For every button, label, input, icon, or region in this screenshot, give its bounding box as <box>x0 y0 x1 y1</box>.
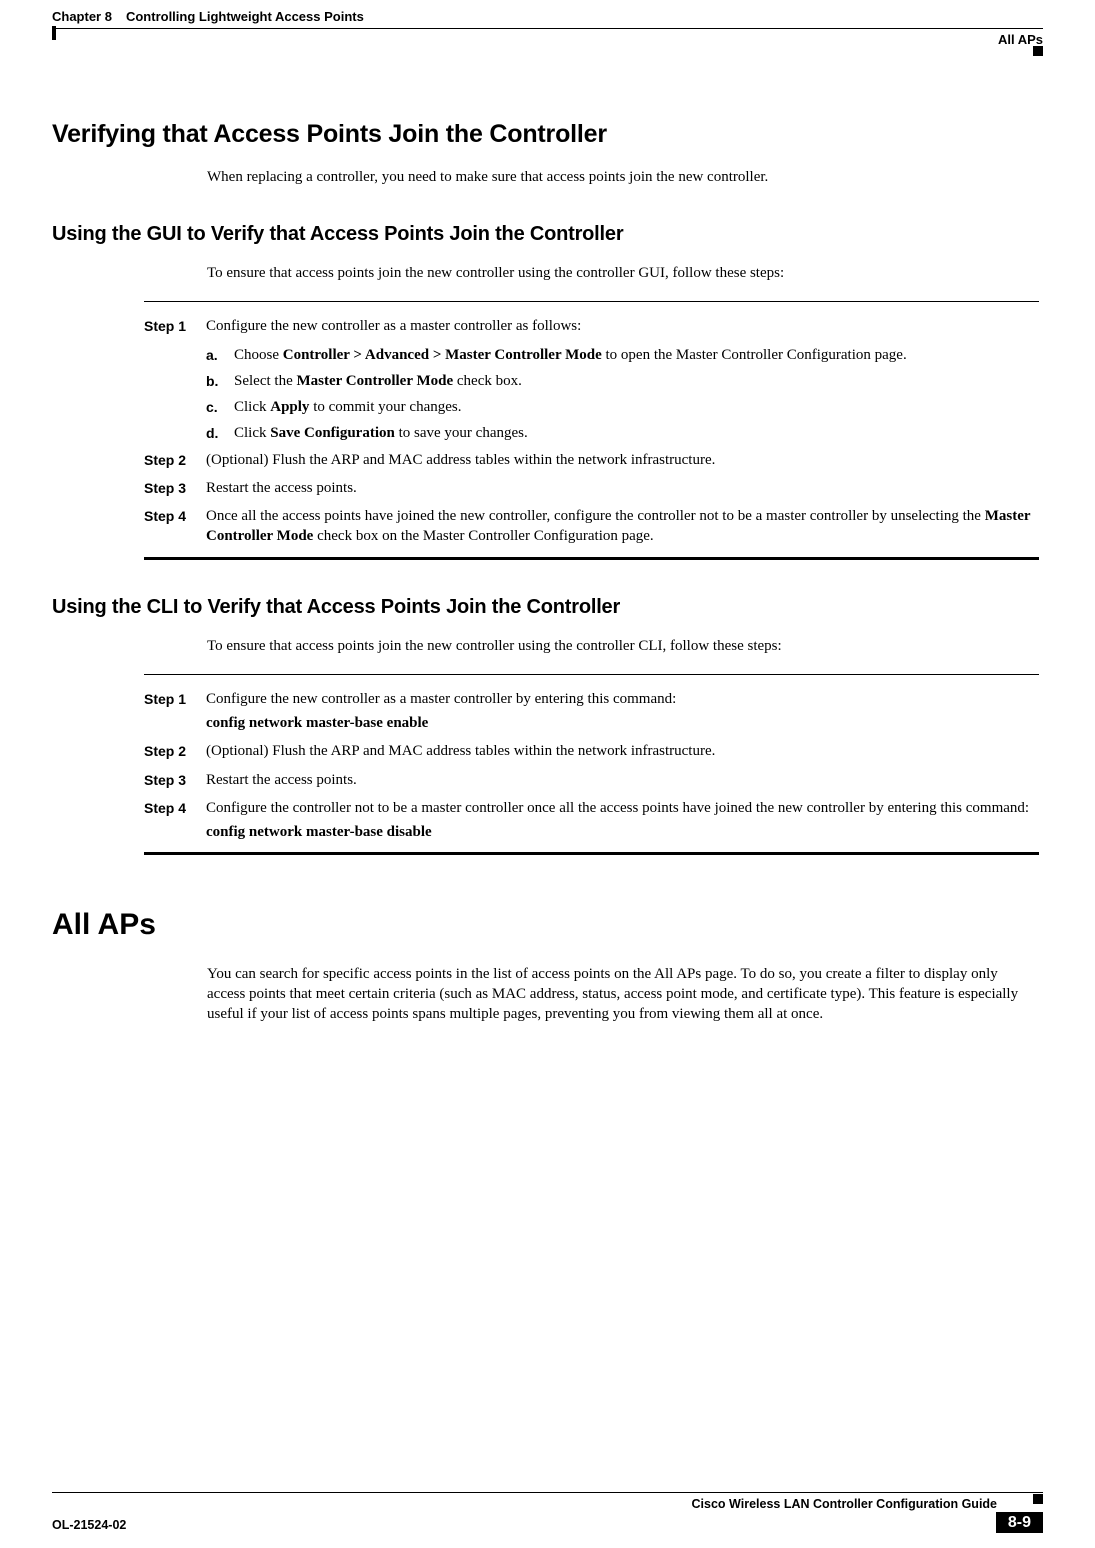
cli-command: config network master-base disable <box>206 822 1039 842</box>
section-heading: Verifying that Access Points Join the Co… <box>52 118 1043 152</box>
step-row: Step 4 Configure the controller not to b… <box>144 798 1039 843</box>
substep-label: c. <box>206 397 234 417</box>
substep-label: a. <box>206 345 234 365</box>
footer-doc-number: OL-21524-02 <box>52 1517 126 1534</box>
substeps: a. Choose Controller > Advanced > Master… <box>206 345 1039 444</box>
step-row: Step 3 Restart the access points. <box>144 770 1039 790</box>
step-text: Configure the new controller as a master… <box>206 316 1039 336</box>
substep: d. Click Save Configuration to save your… <box>206 423 1039 443</box>
rule-thin <box>144 674 1039 675</box>
step-text: Restart the access points. <box>206 770 1039 790</box>
step-text: (Optional) Flush the ARP and MAC address… <box>206 741 1039 761</box>
footer-rule <box>52 1492 1043 1493</box>
step-label: Step 1 <box>144 316 206 336</box>
step-label: Step 3 <box>144 478 206 498</box>
step-text: Configure the controller not to be a mas… <box>206 798 1039 843</box>
header-top-row: Chapter 8 Controlling Lightweight Access… <box>52 8 1043 26</box>
rule-thick <box>144 557 1039 560</box>
step-row: Step 1 Configure the new controller as a… <box>144 316 1039 336</box>
step-text: Configure the new controller as a master… <box>206 689 1039 734</box>
cli-command: config network master-base enable <box>206 713 1039 733</box>
step-row: Step 1 Configure the new controller as a… <box>144 689 1039 734</box>
step-label: Step 2 <box>144 450 206 470</box>
subsection-heading-cli: Using the CLI to Verify that Access Poin… <box>52 594 1043 621</box>
substep: b. Select the Master Controller Mode che… <box>206 371 1039 391</box>
footer-page-number: 8-9 <box>996 1512 1043 1533</box>
substep-text: Click Save Configuration to save your ch… <box>234 423 1039 443</box>
step-row: Step 2 (Optional) Flush the ARP and MAC … <box>144 450 1039 470</box>
gui-intro: To ensure that access points join the ne… <box>207 263 1039 283</box>
rule-thick <box>144 852 1039 855</box>
section-intro: When replacing a controller, you need to… <box>207 167 1039 187</box>
step-label: Step 2 <box>144 741 206 761</box>
step-label: Step 3 <box>144 770 206 790</box>
cli-intro: To ensure that access points join the ne… <box>207 636 1039 656</box>
step-text: Once all the access points have joined t… <box>206 506 1039 547</box>
step-text: Restart the access points. <box>206 478 1039 498</box>
substep-text: Click Apply to commit your changes. <box>234 397 1039 417</box>
substep-text: Select the Master Controller Mode check … <box>234 371 1039 391</box>
page-header: Chapter 8 Controlling Lightweight Access… <box>52 0 1043 48</box>
step-label: Step 4 <box>144 506 206 526</box>
substep-text: Choose Controller > Advanced > Master Co… <box>234 345 1039 365</box>
substep: c. Click Apply to commit your changes. <box>206 397 1039 417</box>
substep: a. Choose Controller > Advanced > Master… <box>206 345 1039 365</box>
step-row: Step 3 Restart the access points. <box>144 478 1039 498</box>
chapter-number: Chapter 8 <box>52 8 112 26</box>
footer-guide-name: Cisco Wireless LAN Controller Configurat… <box>52 1496 1043 1513</box>
step-text: (Optional) Flush the ARP and MAC address… <box>206 450 1039 470</box>
header-section: All APs <box>52 31 1043 49</box>
footer-bottom-row: OL-21524-02 8-9 <box>52 1512 1043 1534</box>
allaps-para: You can search for specific access point… <box>207 964 1039 1025</box>
page-footer: Cisco Wireless LAN Controller Configurat… <box>52 1492 1043 1534</box>
step-row: Step 2 (Optional) Flush the ARP and MAC … <box>144 741 1039 761</box>
step-label: Step 1 <box>144 689 206 709</box>
rule-thin <box>144 301 1039 302</box>
chapter-title: Controlling Lightweight Access Points <box>126 8 364 26</box>
subsection-heading-gui: Using the GUI to Verify that Access Poin… <box>52 221 1043 248</box>
header-rule <box>52 28 1043 29</box>
cli-steps: Step 1 Configure the new controller as a… <box>144 674 1039 856</box>
substep-label: d. <box>206 423 234 443</box>
footer-marker <box>1033 1494 1043 1504</box>
page: Chapter 8 Controlling Lightweight Access… <box>0 0 1095 1548</box>
section-heading-allaps: All APs <box>52 905 1043 946</box>
content: Verifying that Access Points Join the Co… <box>52 48 1043 1025</box>
step-label: Step 4 <box>144 798 206 818</box>
step-row: Step 4 Once all the access points have j… <box>144 506 1039 547</box>
substep-label: b. <box>206 371 234 391</box>
gui-steps: Step 1 Configure the new controller as a… <box>144 301 1039 559</box>
